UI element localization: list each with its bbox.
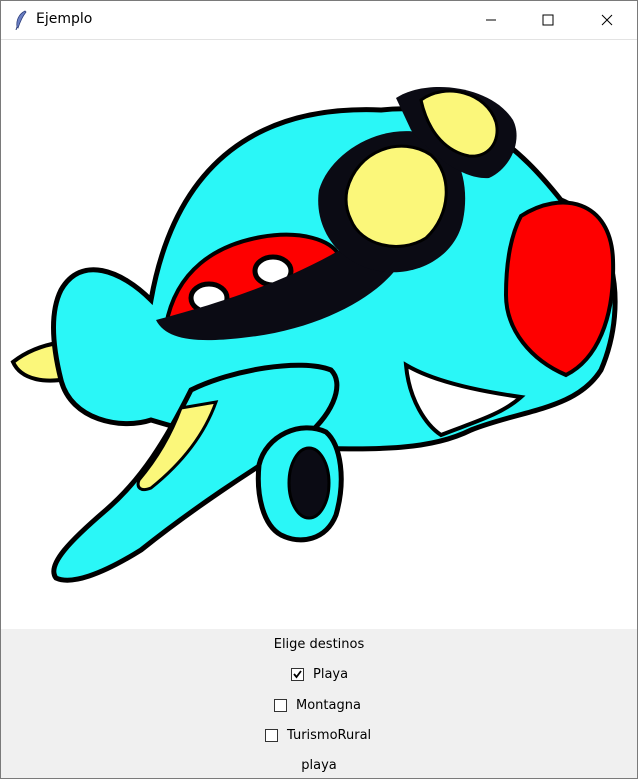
checkbox-label: TurismoRural	[287, 728, 372, 743]
checkbox-box[interactable]	[291, 668, 304, 681]
checkmark-icon	[293, 670, 302, 679]
maximize-icon	[542, 14, 554, 26]
minimize-button[interactable]	[468, 1, 514, 39]
cartoon-airplane-image	[10, 86, 618, 583]
minimize-icon	[486, 19, 496, 21]
checkbox-montagna[interactable]: Montagna	[274, 698, 361, 713]
checkbox-turismorural[interactable]: TurismoRural	[265, 728, 371, 743]
checkbox-label: Montagna	[296, 698, 361, 713]
close-button[interactable]	[584, 1, 630, 39]
checkbox-box[interactable]	[274, 699, 287, 712]
result-label: playa	[301, 758, 337, 773]
checkbox-label: Playa	[313, 667, 349, 682]
checkbox-playa[interactable]: Playa	[291, 667, 348, 682]
window-title: Ejemplo	[36, 11, 93, 27]
title-bar[interactable]: Ejemplo	[1, 1, 637, 40]
feather-icon	[15, 10, 27, 30]
checkbox-box[interactable]	[265, 729, 278, 742]
maximize-button[interactable]	[525, 1, 571, 39]
options-panel: Elige destinos Playa Montagna TurismoRur…	[1, 629, 637, 778]
app-window: Ejemplo Elige destinos Playa Montagna Tu…	[0, 0, 638, 779]
image-canvas	[1, 40, 637, 629]
heading-label: Elige destinos	[273, 637, 365, 652]
close-icon	[601, 14, 613, 26]
